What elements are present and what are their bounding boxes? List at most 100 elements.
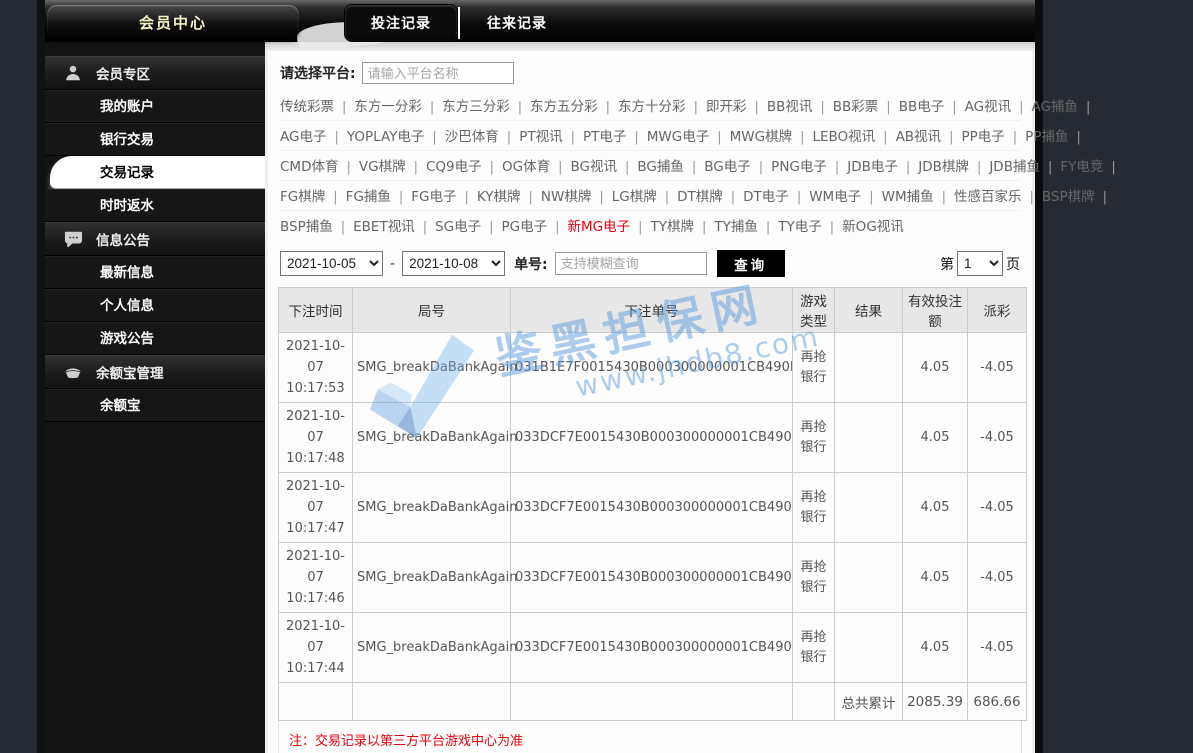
platform-link[interactable]: LG棋牌 [612,189,657,205]
cell-payout: -4.05 [968,333,1027,403]
platform-link[interactable]: KY棋牌 [477,189,521,205]
cell-round-number: SMG_breakDaBankAgain [353,543,511,613]
pager: 第 1 页 [940,251,1020,276]
platform-link[interactable]: BB视讯 [767,99,813,115]
platform-link[interactable]: JDB捕鱼 [989,159,1040,175]
platform-link[interactable]: PNG电子 [771,159,827,175]
platform-link[interactable]: WM捕鱼 [882,189,934,205]
platform-link-separator: | [869,190,873,205]
platform-link[interactable]: 新MG电子 [568,219,631,235]
platform-link[interactable]: JDB棋牌 [918,159,969,175]
sidebar-section[interactable]: 余额宝管理 [45,355,265,389]
order-number-input[interactable] [555,252,707,275]
platform-link[interactable]: PT视讯 [519,129,562,145]
platform-link[interactable]: BSP棋牌 [1042,189,1095,205]
platform-link[interactable]: TY棋牌 [651,219,695,235]
platform-name-input[interactable] [362,62,514,84]
platform-link[interactable]: PG电子 [502,219,548,235]
platform-link-separator: | [1019,100,1023,115]
sidebar-item[interactable]: 余额宝 [45,389,265,422]
platform-link[interactable]: TY捕鱼 [714,219,758,235]
platform-link[interactable]: WM电子 [809,189,861,205]
cell-empty [511,683,793,721]
cell-empty [793,683,835,721]
sidebar-item[interactable]: 银行交易 [45,123,265,156]
platform-link[interactable]: 沙巴体育 [445,129,499,145]
page-suffix-label: 页 [1006,254,1020,274]
platform-link[interactable]: BG捕鱼 [637,159,684,175]
sidebar-section[interactable]: 信息公告 [45,222,265,256]
platform-link[interactable]: AG捕鱼 [1031,99,1077,115]
platform-link[interactable]: 东方五分彩 [530,99,598,115]
platform-link[interactable]: BG电子 [704,159,751,175]
platform-link-separator: | [694,100,698,115]
platform-link[interactable]: AG电子 [280,129,326,145]
platform-link[interactable]: PP电子 [961,129,1004,145]
platform-link[interactable]: 东方三分彩 [442,99,510,115]
platform-link[interactable]: SG电子 [435,219,481,235]
platform-link[interactable]: EBET视讯 [353,219,415,235]
platform-link[interactable]: BSP捕鱼 [280,219,333,235]
sidebar-item[interactable]: 最新信息 [45,256,265,289]
platform-link[interactable]: OG体育 [502,159,550,175]
table-row: 2021-10-0710:17:47SMG_breakDaBankAgain03… [279,473,1027,543]
platform-link[interactable]: FG捕鱼 [346,189,391,205]
platform-link[interactable]: CQ9电子 [426,159,482,175]
cell-payout: -4.05 [968,473,1027,543]
platform-link[interactable]: NW棋牌 [541,189,591,205]
platform-link[interactable]: 传统彩票 [280,99,334,115]
sidebar-section[interactable]: 会员专区 [45,56,265,90]
platform-link[interactable]: FG棋牌 [280,189,325,205]
tab[interactable]: 投注记录 [345,5,457,41]
platform-link[interactable]: JDB电子 [847,159,898,175]
platform-link[interactable]: YOPLAY电子 [347,129,425,145]
platform-link[interactable]: AB视讯 [896,129,942,145]
platform-links-row: BSP捕鱼|EBET视讯|SG电子|PG电子|新MG电子|TY棋牌|TY捕鱼|T… [280,211,1020,241]
platform-link[interactable]: DT电子 [743,189,789,205]
platform-link[interactable]: 即开彩 [706,99,747,115]
platform-link[interactable]: LEBO视讯 [812,129,875,145]
platform-link-separator: | [432,130,436,145]
platform-link[interactable]: 东方十分彩 [618,99,686,115]
date-to-select[interactable]: 2021-10-08 [402,251,505,276]
cell-game-type: 再抢银行 [793,543,835,613]
platform-link[interactable]: FG电子 [411,189,456,205]
platform-link[interactable]: CMD体育 [280,159,338,175]
platform-link-separator: | [886,100,890,115]
cell-game-type: 再抢银行 [793,403,835,473]
sidebar-item[interactable]: 我的账户 [45,90,265,123]
platform-link[interactable]: VG棋牌 [359,159,406,175]
platform-link-separator: | [342,100,346,115]
query-row: 2021-10-05 - 2021-10-08 单号: 查询 第 1 页 [278,241,1022,287]
sidebar-item[interactable]: 游戏公告 [45,322,265,355]
sidebar-item[interactable]: 个人信息 [45,289,265,322]
user-icon [63,63,83,83]
date-from-select[interactable]: 2021-10-05 [280,251,383,276]
platform-link[interactable]: FY电竞 [1060,159,1103,175]
platform-link[interactable]: 东方一分彩 [354,99,422,115]
platform-link-separator: | [797,190,801,205]
platform-link[interactable]: 性感百家乐 [954,189,1022,205]
query-button[interactable]: 查询 [717,250,785,277]
tab[interactable]: 往来记录 [461,5,573,41]
column-header: 游戏类型 [793,288,835,333]
page-select[interactable]: 1 [957,251,1003,276]
cell-bet-time: 2021-10-0710:17:44 [279,613,353,683]
platform-link[interactable]: DT棋牌 [677,189,723,205]
platform-link[interactable]: BB彩票 [833,99,879,115]
platform-link[interactable]: 新OG视讯 [842,219,904,235]
platform-link-separator: | [518,100,522,115]
platform-link[interactable]: BG视讯 [571,159,618,175]
platform-link[interactable]: BB电子 [899,99,945,115]
sidebar-item[interactable]: 交易记录 [50,156,265,189]
platform-link[interactable]: PP捕鱼 [1025,129,1068,145]
platform-link[interactable]: MWG棋牌 [730,129,792,145]
platform-link[interactable]: MWG电子 [647,129,709,145]
platform-link[interactable]: PT电子 [583,129,626,145]
platform-select-label: 请选择平台: [280,63,356,83]
platform-link[interactable]: TY电子 [778,219,822,235]
platform-link[interactable]: AG视讯 [965,99,1011,115]
content-panel: 请选择平台: 传统彩票 | 东方一分彩 | 东方三分彩 | 东方五分彩 | 东方十分彩 | 即开彩 |… [268,51,1032,753]
sidebar-item[interactable]: 时时返水 [45,189,265,222]
table-total-row: 总共累计2085.39686.66 [279,683,1027,721]
